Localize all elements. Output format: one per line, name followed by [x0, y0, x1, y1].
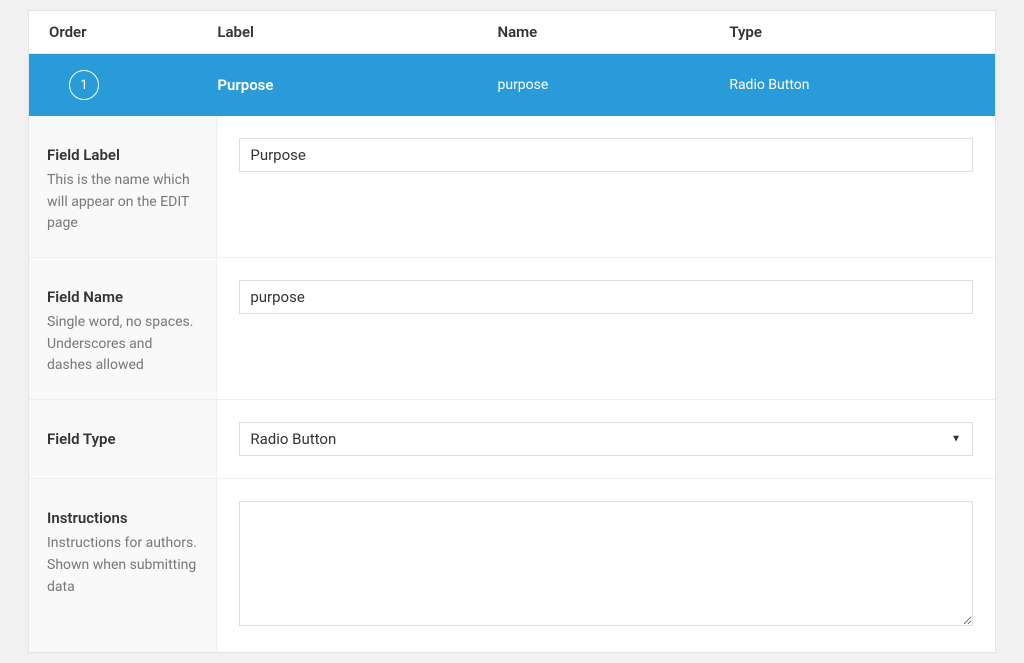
- header-label: Label: [217, 23, 497, 41]
- field-name-row: Field Name Single word, no spaces. Under…: [29, 258, 995, 400]
- table-header: Order Label Name Type: [29, 11, 995, 54]
- field-name-desc: Single word, no spaces. Underscores and …: [47, 312, 198, 377]
- order-number: 1: [80, 78, 87, 93]
- field-name-input[interactable]: [239, 280, 973, 314]
- instructions-title: Instructions: [47, 509, 198, 527]
- field-label-input[interactable]: [239, 138, 973, 172]
- field-panel: Order Label Name Type 1 Purpose purpose …: [28, 10, 996, 653]
- field-type-title: Field Type: [47, 430, 198, 448]
- header-order: Order: [29, 23, 217, 41]
- field-type-select[interactable]: Radio Button: [239, 422, 973, 456]
- summary-type: Radio Button: [729, 77, 995, 93]
- instructions-textarea[interactable]: [239, 501, 973, 626]
- summary-label: Purpose: [217, 76, 497, 94]
- field-label-row: Field Label This is the name which will …: [29, 116, 995, 258]
- field-type-row: Field Type Radio Button: [29, 400, 995, 479]
- header-name: Name: [497, 23, 729, 41]
- header-type: Type: [729, 23, 995, 41]
- order-badge: 1: [69, 70, 99, 100]
- field-label-title: Field Label: [47, 146, 198, 164]
- field-name-title: Field Name: [47, 288, 198, 306]
- summary-name: purpose: [497, 77, 729, 93]
- instructions-desc: Instructions for authors. Shown when sub…: [47, 533, 198, 598]
- field-summary-row[interactable]: 1 Purpose purpose Radio Button: [29, 54, 995, 116]
- field-label-desc: This is the name which will appear on th…: [47, 170, 198, 235]
- instructions-row: Instructions Instructions for authors. S…: [29, 479, 995, 652]
